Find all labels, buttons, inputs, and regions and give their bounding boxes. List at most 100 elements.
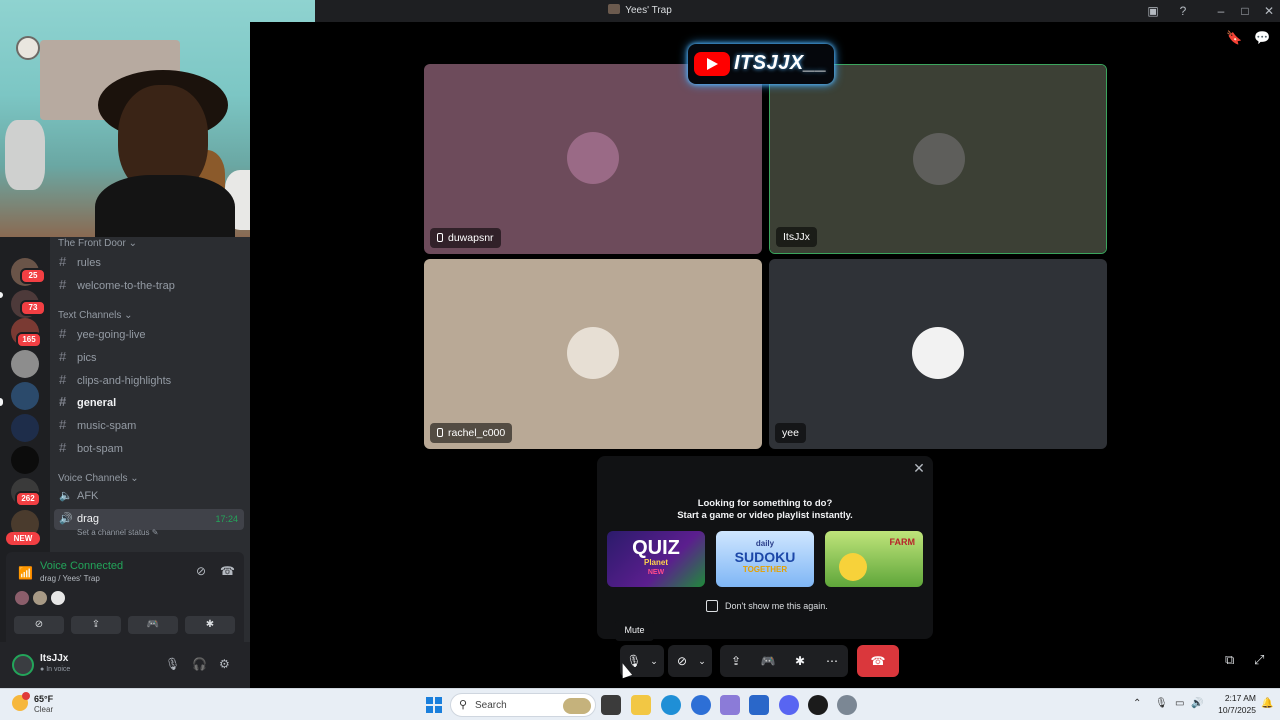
settings-icon[interactable] — [837, 695, 857, 715]
channel-clips[interactable]: # clips-and-highlights — [54, 369, 244, 390]
settings-gear-icon[interactable]: ⚙ — [219, 657, 230, 671]
game-sudoku-together[interactable]: daily SUDOKU TOGETHER — [716, 531, 814, 587]
microphone-icon[interactable]: 🎙 — [165, 657, 180, 671]
activity-suggestion-popup: ✕ Looking for something to do? Start a g… — [597, 456, 933, 639]
notification-icon[interactable]: 🔔 — [1261, 698, 1273, 709]
weather-temperature[interactable]: 65°F — [34, 694, 53, 704]
channel-bot-spam[interactable]: # bot-spam — [54, 437, 244, 458]
task-view-icon[interactable] — [601, 695, 621, 715]
channel-general[interactable]: # general — [54, 391, 244, 412]
screen-share-button[interactable]: ⇪ — [71, 616, 121, 634]
channel-pics[interactable]: # pics — [54, 346, 244, 367]
headphones-icon[interactable]: 🎧 — [192, 657, 207, 671]
chevron-up-icon[interactable]: ⌃ — [1133, 698, 1141, 709]
unread-badge: 25 — [20, 268, 46, 284]
participant-avatar[interactable] — [32, 590, 48, 606]
inbox-icon[interactable]: ▣ — [1145, 3, 1161, 19]
chevron-down-icon[interactable]: ⌄ — [644, 645, 664, 677]
close-window-button[interactable]: ✕ — [1261, 3, 1277, 19]
activity-control-group: ⇪ 🎮 ✱ ⋯ — [720, 645, 848, 677]
activity-heading: Looking for something to do? — [697, 498, 833, 509]
category-text-channels[interactable]: Text Channels ⌄ — [58, 310, 133, 321]
participant-name: yee — [775, 423, 806, 443]
server-icon[interactable] — [11, 414, 39, 442]
maximize-button[interactable]: □ — [1237, 3, 1253, 19]
voice-channel-afk[interactable]: 🔈 AFK — [54, 486, 244, 507]
voice-channel-drag[interactable]: 🔊 drag 17:24 — [54, 509, 244, 530]
participant-tile-yee[interactable]: yee — [769, 259, 1107, 449]
channel-yee-going-live[interactable]: # yee-going-live — [54, 323, 244, 344]
activities-button[interactable]: 🎮 — [128, 616, 178, 634]
screen-share-icon[interactable]: ⇪ — [722, 645, 750, 677]
bookmark-icon[interactable]: 🔖 — [1226, 30, 1242, 46]
signal-icon[interactable]: 📶 — [18, 566, 33, 580]
edge-browser-icon[interactable] — [661, 695, 681, 715]
windows-start-icon[interactable] — [426, 697, 442, 713]
hash-icon: # — [59, 277, 67, 292]
dont-show-label[interactable]: Don't show me this again. — [725, 601, 828, 611]
microphone-tray-icon[interactable]: 🎙 — [1155, 698, 1168, 709]
game-quiz-planet[interactable]: QUIZ Planet NEW — [607, 531, 705, 587]
activities-icon[interactable]: 🎮 — [754, 645, 782, 677]
clock-date[interactable]: 10/7/2025 — [1212, 705, 1256, 715]
discord-icon[interactable] — [779, 695, 799, 715]
hash-icon: # — [59, 349, 67, 364]
help-icon[interactable]: ? — [1175, 3, 1191, 19]
unread-pill — [0, 292, 3, 298]
selected-pill — [0, 398, 3, 406]
weather-condition[interactable]: Clear — [34, 705, 53, 714]
file-explorer-icon[interactable] — [631, 695, 651, 715]
category-front-door[interactable]: The Front Door ⌄ — [58, 238, 137, 249]
server-icon[interactable] — [11, 350, 39, 378]
camera-off-button[interactable]: ⊘ — [14, 616, 64, 634]
taskbar-search[interactable]: ⚲ Search — [450, 693, 596, 717]
fullscreen-icon[interactable]: ⤢ — [1254, 652, 1264, 668]
channel-welcome[interactable]: # welcome-to-the-trap — [54, 274, 244, 295]
server-icon[interactable] — [11, 382, 39, 410]
participant-avatar[interactable] — [14, 590, 30, 606]
user-avatar[interactable] — [12, 654, 34, 676]
weather-alert-badge — [22, 692, 30, 700]
server-icon[interactable] — [11, 446, 39, 474]
mobile-icon — [437, 233, 443, 242]
more-options-icon[interactable]: ⋯ — [818, 645, 846, 677]
category-voice-channels[interactable]: Voice Channels ⌄ — [58, 473, 139, 484]
participant-tile-rachel[interactable]: rachel_c000 — [424, 259, 762, 449]
volume-icon[interactable]: 🔊 — [1191, 698, 1203, 709]
brand-text: ITSJJX__ — [734, 52, 827, 74]
dont-show-checkbox[interactable] — [706, 600, 718, 612]
participant-name: ItsJJx — [776, 227, 817, 247]
chevron-down-icon[interactable]: ⌄ — [692, 645, 712, 677]
store-icon[interactable] — [749, 695, 769, 715]
close-icon[interactable]: ✕ — [911, 460, 927, 476]
noise-suppression-icon[interactable]: ⊘ — [196, 564, 206, 578]
mobile-icon — [437, 428, 443, 437]
participant-tile-duwapsnr[interactable]: duwapsnr — [424, 64, 762, 254]
app-icon[interactable] — [691, 695, 711, 715]
soundboard-icon[interactable]: ✱ — [786, 645, 814, 677]
participant-avatar[interactable] — [50, 590, 66, 606]
channel-music-spam[interactable]: # music-spam — [54, 414, 244, 435]
clock-time[interactable]: 2:17 AM — [1212, 693, 1256, 703]
popout-icon[interactable]: ⧉ — [1225, 652, 1234, 668]
camera-control-group: ⊘ ⌄ — [668, 645, 712, 677]
activity-subheading: Start a game or video playlist instantly… — [677, 510, 853, 521]
game-farm[interactable]: FARM — [825, 531, 923, 587]
voice-connected-title: Voice Connected — [40, 560, 124, 572]
participant-tile-itsjjx[interactable]: ItsJJx — [769, 64, 1107, 254]
chat-icon[interactable]: 💬 — [1254, 30, 1270, 46]
app-icon[interactable] — [720, 695, 740, 715]
disconnect-button[interactable]: ☎ — [857, 645, 899, 677]
soundboard-button[interactable]: ✱ — [185, 616, 235, 634]
minimize-button[interactable]: – — [1213, 3, 1229, 19]
voice-connected-subtitle[interactable]: drag / Yees' Trap — [40, 574, 100, 583]
user-name[interactable]: ItsJJx — [40, 653, 68, 664]
channel-status[interactable]: Set a channel status ✎ — [77, 528, 158, 537]
hash-icon: # — [59, 417, 67, 432]
hash-icon: # — [59, 394, 67, 409]
server-icon — [608, 4, 621, 14]
app-icon[interactable] — [808, 695, 828, 715]
channel-rules[interactable]: # rules — [54, 251, 244, 272]
network-icon[interactable]: ▭ — [1175, 698, 1184, 709]
disconnect-icon[interactable]: ☎ — [220, 564, 235, 578]
